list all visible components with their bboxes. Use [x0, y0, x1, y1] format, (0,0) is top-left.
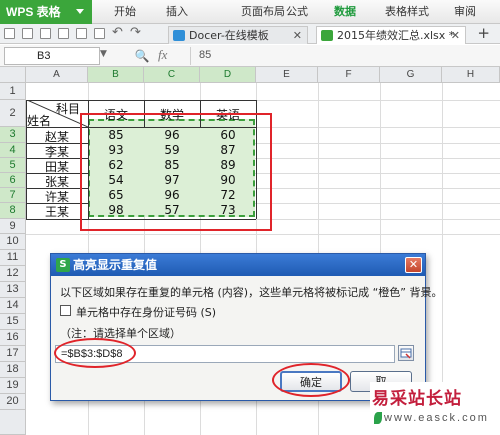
- dialog-title-bar[interactable]: S 高亮显示重复值 ✕: [51, 254, 425, 276]
- row-header-21: [0, 410, 26, 435]
- row-header-4[interactable]: 4: [0, 143, 26, 158]
- row-header-13[interactable]: 13: [0, 282, 26, 298]
- new-tab-icon[interactable]: +: [477, 24, 490, 43]
- row-header-14[interactable]: 14: [0, 298, 26, 314]
- ok-annotation-ellipse: [272, 363, 350, 397]
- column-header-c[interactable]: C: [144, 67, 200, 83]
- tab-workbook[interactable]: 2015年绩效汇总.xlsx * ✕: [316, 26, 466, 44]
- tab-bar: ↶ ↷ Docer-在线模板 ✕ 2015年绩效汇总.xlsx * ✕ +: [0, 24, 500, 44]
- row-header-11[interactable]: 11: [0, 250, 26, 266]
- watermark-logo: 易采站长站: [372, 389, 462, 409]
- close-icon[interactable]: ✕: [293, 27, 302, 44]
- chevron-down-icon: [76, 9, 84, 14]
- row-header-19[interactable]: 19: [0, 378, 26, 394]
- tab-workbook-label: 2015年绩效汇总.xlsx *: [337, 29, 455, 42]
- id-number-checkbox-label[interactable]: 单元格中存在身份证号码 (S): [76, 304, 216, 320]
- highlight-annotation-box: [80, 113, 272, 231]
- row-header-17[interactable]: 17: [0, 346, 26, 362]
- row-header-3[interactable]: 3: [0, 127, 26, 143]
- name-cell[interactable]: 王某: [26, 203, 88, 220]
- formula-bar: B3 ▼ 🔍 fx 85: [0, 45, 500, 67]
- print-preview-icon[interactable]: [58, 28, 69, 39]
- column-header-f[interactable]: F: [318, 67, 380, 83]
- row-header-8[interactable]: 8: [0, 203, 26, 219]
- column-header-e[interactable]: E: [256, 67, 318, 83]
- redo-icon[interactable]: ↷: [130, 25, 141, 40]
- row-header-5[interactable]: 5: [0, 158, 26, 173]
- row-header-15[interactable]: 15: [0, 314, 26, 330]
- open-icon[interactable]: [4, 28, 15, 39]
- menu-table-style[interactable]: 表格样式: [382, 0, 432, 24]
- spreadsheet-icon: [321, 30, 333, 41]
- menu-page-layout[interactable]: 页面布局: [238, 0, 288, 24]
- dialog-title: 高亮显示重复值: [73, 258, 158, 272]
- row-header-16[interactable]: 16: [0, 330, 26, 346]
- menu-bar: WPS 表格 开始 插入 页面布局 公式 数据 表格样式 审阅: [0, 0, 500, 24]
- app-name: WPS 表格: [6, 5, 61, 19]
- header-name-label: 姓名: [27, 114, 52, 128]
- row-header-10[interactable]: 10: [0, 234, 26, 250]
- close-icon[interactable]: ✕: [451, 27, 460, 44]
- column-header-a[interactable]: A: [26, 67, 88, 83]
- formula-input[interactable]: 85: [190, 47, 496, 65]
- watermark-url: www.easck.com: [384, 412, 489, 424]
- zoom-icon[interactable]: 🔍: [134, 48, 150, 64]
- spreadsheet-icon: S: [56, 258, 70, 272]
- dialog-description: 以下区域如果存在重复的单元格 (内容)，这些单元格将被标记成 “橙色” 背景。: [60, 286, 443, 299]
- row-header-18[interactable]: 18: [0, 362, 26, 378]
- menu-insert[interactable]: 插入: [162, 0, 192, 24]
- column-header-g[interactable]: G: [380, 67, 442, 83]
- name-box[interactable]: B3: [4, 47, 100, 65]
- column-header-d[interactable]: D: [200, 67, 256, 83]
- row-header-6[interactable]: 6: [0, 173, 26, 188]
- row-header-20[interactable]: 20: [0, 394, 26, 410]
- row-header-12[interactable]: 12: [0, 266, 26, 282]
- column-header-b[interactable]: B: [88, 67, 144, 83]
- print-icon[interactable]: [40, 28, 51, 39]
- chevron-down-icon[interactable]: ▼: [100, 49, 107, 59]
- copy-icon[interactable]: [76, 28, 87, 39]
- row-header-7[interactable]: 7: [0, 188, 26, 203]
- row-header-9[interactable]: 9: [0, 219, 26, 234]
- menu-home[interactable]: 开始: [110, 0, 140, 24]
- column-header-h[interactable]: H: [442, 67, 500, 83]
- tab-docer[interactable]: Docer-在线模板 ✕: [168, 26, 308, 44]
- row-header-1[interactable]: 1: [0, 83, 26, 100]
- tab-docer-label: Docer-在线模板: [189, 29, 269, 42]
- select-all-corner[interactable]: [0, 67, 26, 83]
- paste-icon[interactable]: [94, 28, 105, 39]
- grid-line: [26, 234, 500, 235]
- docer-icon: [173, 30, 185, 41]
- save-icon[interactable]: [22, 28, 33, 39]
- close-icon[interactable]: ✕: [405, 257, 422, 273]
- app-menu-button[interactable]: WPS 表格: [0, 0, 92, 24]
- menu-review[interactable]: 审阅: [450, 0, 480, 24]
- leaf-icon: [374, 412, 382, 424]
- undo-icon[interactable]: ↶: [112, 25, 123, 40]
- range-annotation-ellipse: [54, 338, 136, 368]
- menu-formulas[interactable]: 公式: [282, 0, 312, 24]
- menu-data[interactable]: 数据: [330, 0, 360, 24]
- function-icon[interactable]: fx: [158, 47, 167, 63]
- row-header-2[interactable]: 2: [0, 100, 26, 127]
- id-number-checkbox[interactable]: [60, 305, 71, 316]
- select-range-icon[interactable]: [398, 345, 414, 361]
